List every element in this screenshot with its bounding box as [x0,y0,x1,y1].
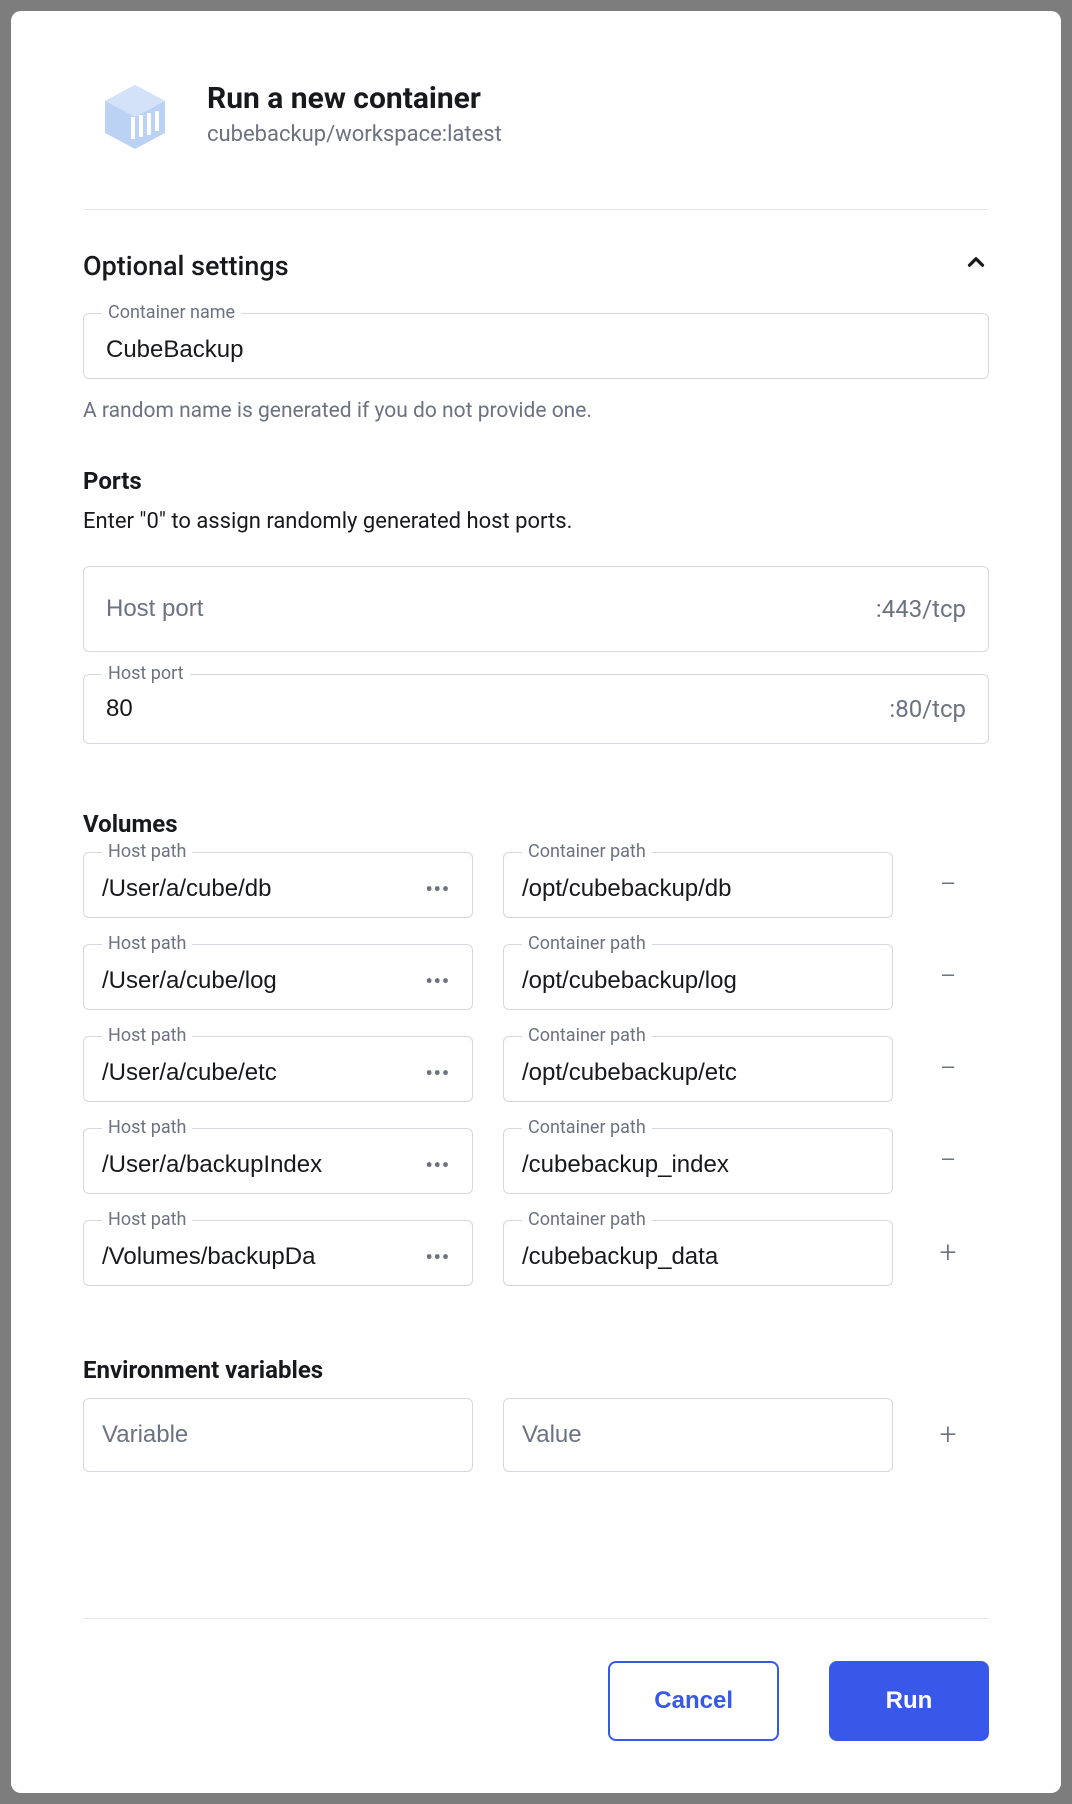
container-name-input[interactable] [106,336,966,364]
container-path-input[interactable] [522,875,874,903]
port-row: :443/tcp [83,566,989,652]
host-port-label: Host port [102,663,190,684]
env-value-input[interactable] [522,1421,874,1449]
container-path-label: Container path [522,1209,652,1230]
dialog-header: Run a new container cubebackup/workspace… [83,81,989,210]
volume-row: Host path ••• Container path − [83,944,989,1010]
port-row: Host port :80/tcp [83,674,989,744]
host-path-input[interactable] [102,1059,413,1087]
ports-title: Ports [83,467,989,495]
container-path-field[interactable]: Container path [503,852,893,918]
volume-row: Host path ••• Container path − [83,852,989,918]
env-row: + [83,1398,989,1472]
host-path-field[interactable]: Host path ••• [83,1036,473,1102]
optional-settings-header[interactable]: Optional settings [83,248,989,283]
remove-volume-button[interactable]: − [923,962,973,992]
browse-icon[interactable]: ••• [421,1153,454,1177]
container-icon [99,81,171,153]
env-vars-title: Environment variables [83,1356,989,1384]
host-port-field[interactable]: :443/tcp [83,566,989,652]
add-volume-button[interactable]: + [923,1238,973,1268]
add-env-button[interactable]: + [923,1420,973,1450]
container-path-label: Container path [522,841,652,862]
host-path-label: Host path [102,1117,192,1138]
container-path-label: Container path [522,1025,652,1046]
cancel-button[interactable]: Cancel [608,1661,779,1741]
host-path-input[interactable] [102,1151,413,1179]
host-path-label: Host path [102,933,192,954]
container-path-field[interactable]: Container path [503,1036,893,1102]
volume-row: Host path ••• Container path − [83,1128,989,1194]
ports-help: Enter "0" to assign randomly generated h… [83,509,989,534]
host-path-label: Host path [102,1209,192,1230]
container-path-field[interactable]: Container path [503,1128,893,1194]
browse-icon[interactable]: ••• [421,969,454,993]
host-port-input[interactable] [106,695,889,723]
host-path-label: Host path [102,841,192,862]
container-path-field[interactable]: Container path [503,1220,893,1286]
dialog-footer: Cancel Run [83,1618,989,1741]
container-path-input[interactable] [522,967,874,995]
remove-volume-button[interactable]: − [923,870,973,900]
env-variable-field[interactable] [83,1398,473,1472]
host-path-label: Host path [102,1025,192,1046]
container-path-input[interactable] [522,1059,874,1087]
port-suffix: :443/tcp [876,595,966,623]
env-value-field[interactable] [503,1398,893,1472]
host-path-input[interactable] [102,875,413,903]
volume-row: Host path ••• Container path − [83,1036,989,1102]
run-container-dialog: Run a new container cubebackup/workspace… [11,11,1061,1793]
host-path-field[interactable]: Host path ••• [83,852,473,918]
browse-icon[interactable]: ••• [421,877,454,901]
host-port-input[interactable] [106,595,876,623]
browse-icon[interactable]: ••• [421,1245,454,1269]
host-path-input[interactable] [102,1243,413,1271]
host-path-field[interactable]: Host path ••• [83,944,473,1010]
host-path-field[interactable]: Host path ••• [83,1220,473,1286]
container-path-label: Container path [522,1117,652,1138]
container-path-input[interactable] [522,1151,874,1179]
remove-volume-button[interactable]: − [923,1146,973,1176]
container-path-input[interactable] [522,1243,874,1271]
host-path-field[interactable]: Host path ••• [83,1128,473,1194]
run-button[interactable]: Run [829,1661,989,1741]
chevron-up-icon[interactable] [963,248,989,283]
container-name-help: A random name is generated if you do not… [83,399,989,423]
env-variable-input[interactable] [102,1421,454,1449]
remove-volume-button[interactable]: − [923,1054,973,1084]
browse-icon[interactable]: ••• [421,1061,454,1085]
container-path-label: Container path [522,933,652,954]
container-path-field[interactable]: Container path [503,944,893,1010]
volumes-title: Volumes [83,810,989,838]
volume-row: Host path ••• Container path + [83,1220,989,1286]
image-name: cubebackup/workspace:latest [207,122,502,147]
port-suffix: :80/tcp [889,695,966,723]
header-text: Run a new container cubebackup/workspace… [207,81,502,147]
optional-settings-title: Optional settings [83,250,289,282]
container-name-field[interactable]: Container name [83,313,989,379]
host-port-field[interactable]: Host port :80/tcp [83,674,989,744]
container-name-label: Container name [102,302,241,323]
host-path-input[interactable] [102,967,413,995]
dialog-title: Run a new container [207,81,502,116]
